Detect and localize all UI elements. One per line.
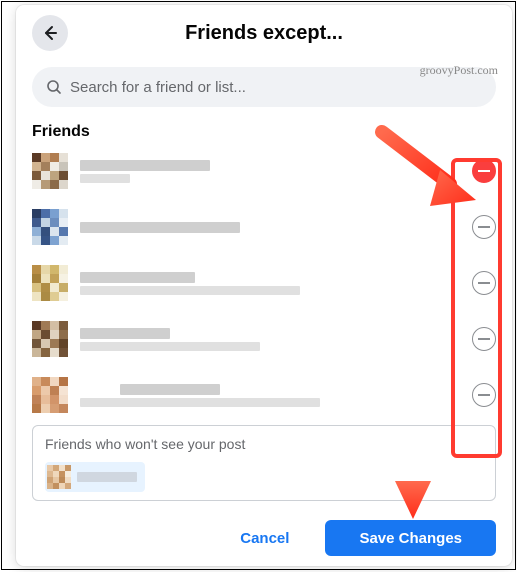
modal-header: Friends except...: [16, 5, 512, 61]
exclude-toggle[interactable]: [472, 271, 496, 295]
avatar: [32, 377, 68, 413]
friend-name-redacted: [80, 219, 460, 236]
avatar: [32, 265, 68, 301]
excluded-friend-chip[interactable]: [45, 462, 145, 492]
excluded-friends-box: Friends who won't see your post: [32, 425, 496, 501]
friend-row[interactable]: [32, 143, 496, 199]
exclude-toggle[interactable]: [472, 159, 496, 183]
modal-footer: Cancel Save Changes: [32, 520, 496, 556]
back-button[interactable]: [32, 15, 68, 51]
minus-icon: [478, 338, 490, 340]
minus-icon: [478, 226, 490, 228]
avatar: [32, 153, 68, 189]
friend-row[interactable]: [32, 255, 496, 311]
friend-row[interactable]: [32, 367, 496, 423]
cancel-button[interactable]: Cancel: [216, 520, 313, 556]
friends-except-modal: Friends except... groovyPost.com Search …: [16, 5, 512, 566]
friend-name-redacted: [80, 157, 460, 186]
friend-name-redacted: [80, 325, 460, 354]
arrow-left-icon: [40, 23, 60, 43]
excluded-label: Friends who won't see your post: [45, 436, 483, 452]
friend-name-redacted: [80, 269, 460, 298]
chip-name-redacted: [77, 472, 137, 482]
modal-title: Friends except...: [185, 22, 343, 45]
exclude-toggle[interactable]: [472, 327, 496, 351]
save-changes-button[interactable]: Save Changes: [325, 520, 496, 556]
avatar: [32, 321, 68, 357]
friends-list: [16, 143, 512, 423]
minus-icon: [478, 282, 490, 284]
exclude-toggle[interactable]: [472, 215, 496, 239]
screenshot-frame: Friends except... groovyPost.com Search …: [1, 1, 516, 570]
avatar: [47, 465, 71, 489]
search-placeholder: Search for a friend or list...: [70, 79, 246, 96]
avatar: [32, 209, 68, 245]
friend-row[interactable]: [32, 311, 496, 367]
exclude-toggle[interactable]: [472, 383, 496, 407]
search-icon: [46, 79, 62, 95]
friend-row[interactable]: [32, 199, 496, 255]
friend-name-redacted: [80, 381, 460, 410]
minus-icon: [478, 170, 490, 172]
watermark-text: groovyPost.com: [420, 63, 498, 78]
minus-icon: [478, 394, 490, 396]
friends-section-label: Friends: [16, 117, 512, 143]
